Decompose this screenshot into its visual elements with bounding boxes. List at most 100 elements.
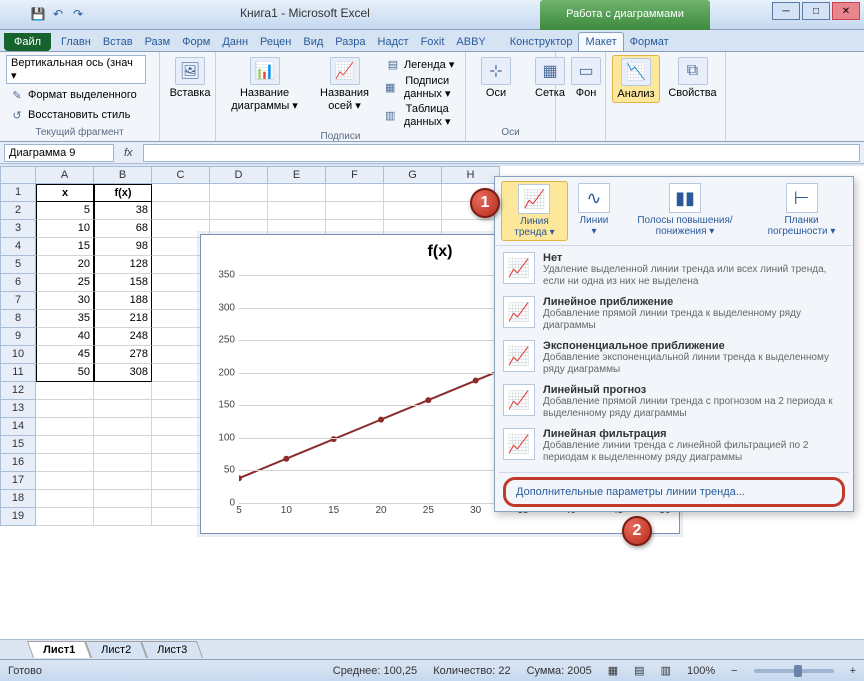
cell[interactable]	[94, 508, 152, 526]
cell[interactable]	[94, 382, 152, 400]
cell[interactable]: 308	[94, 364, 152, 382]
cell[interactable]: 15	[36, 238, 94, 256]
sheet-tab[interactable]: Лист1	[27, 641, 91, 658]
tab-addins[interactable]: Надст	[372, 33, 415, 51]
chart-title-button[interactable]: 📊Название диаграммы ▾	[222, 55, 307, 114]
col-header[interactable]: C	[152, 166, 210, 184]
trendline-option[interactable]: 📈Линейная фильтрацияДобавление линии тре…	[497, 424, 851, 468]
cell[interactable]	[36, 418, 94, 436]
sheet-tab[interactable]: Лист2	[85, 641, 147, 658]
name-box[interactable]	[4, 144, 114, 162]
row-header[interactable]: 13	[0, 400, 36, 418]
cell[interactable]	[36, 490, 94, 508]
tab-layout[interactable]: Разм	[139, 33, 177, 51]
save-icon[interactable]: 💾	[30, 6, 46, 22]
col-header[interactable]: D	[210, 166, 268, 184]
reset-style-button[interactable]: ↺Восстановить стиль	[6, 106, 153, 124]
row-header[interactable]: 4	[0, 238, 36, 256]
cell[interactable]	[94, 418, 152, 436]
row-header[interactable]: 9	[0, 328, 36, 346]
cell[interactable]: 278	[94, 346, 152, 364]
updown-bars-button[interactable]: ▮▮Полосы повышения/понижения ▾	[620, 181, 750, 241]
row-header[interactable]: 14	[0, 418, 36, 436]
properties-button[interactable]: ⧉Свойства	[666, 55, 719, 101]
cell[interactable]	[268, 202, 326, 220]
cell[interactable]: 188	[94, 292, 152, 310]
close-button[interactable]: ✕	[832, 2, 860, 20]
redo-icon[interactable]: ↷	[70, 6, 86, 22]
tab-chart-layout[interactable]: Макет	[578, 32, 623, 51]
format-selection-button[interactable]: ✎Формат выделенного	[6, 86, 153, 104]
data-labels-button[interactable]: ▦Подписи данных ▾	[382, 74, 459, 101]
axis-titles-button[interactable]: 📈Названия осей ▾	[313, 55, 376, 114]
cell[interactable]: x	[36, 184, 94, 202]
col-header[interactable]: A	[36, 166, 94, 184]
undo-icon[interactable]: ↶	[50, 6, 66, 22]
trendline-option[interactable]: 📈Линейное приближениеДобавление прямой л…	[497, 292, 851, 336]
cell[interactable]	[36, 382, 94, 400]
row-header[interactable]: 18	[0, 490, 36, 508]
row-header[interactable]: 1	[0, 184, 36, 202]
cell[interactable]: f(x)	[94, 184, 152, 202]
cell[interactable]	[36, 436, 94, 454]
cell[interactable]	[36, 400, 94, 418]
cell[interactable]	[36, 508, 94, 526]
zoom-in-icon[interactable]: +	[850, 665, 856, 677]
row-header[interactable]: 8	[0, 310, 36, 328]
cell[interactable]: 30	[36, 292, 94, 310]
tab-foxit[interactable]: Foxit	[415, 33, 451, 51]
tab-review[interactable]: Рецен	[254, 33, 297, 51]
cell[interactable]: 20	[36, 256, 94, 274]
row-header[interactable]: 12	[0, 382, 36, 400]
trendline-option[interactable]: 📈Линейный прогнозДобавление прямой линии…	[497, 380, 851, 424]
tab-home[interactable]: Главн	[55, 33, 97, 51]
fx-button[interactable]: fx	[118, 147, 139, 159]
trendline-option[interactable]: 📈Экспоненциальное приближениеДобавление …	[497, 336, 851, 380]
tab-formulas[interactable]: Форм	[176, 33, 216, 51]
tab-data[interactable]: Данн	[216, 33, 254, 51]
cell[interactable]: 38	[94, 202, 152, 220]
minimize-button[interactable]: ─	[772, 2, 800, 20]
legend-button[interactable]: ▤Легенда ▾	[382, 55, 459, 73]
cell[interactable]: 10	[36, 220, 94, 238]
cell[interactable]	[94, 454, 152, 472]
cell[interactable]	[94, 490, 152, 508]
zoom-slider[interactable]	[754, 669, 834, 673]
row-header[interactable]: 11	[0, 364, 36, 382]
selection-dropdown[interactable]: Вертикальная ось (знач ▾	[6, 55, 146, 84]
cell[interactable]: 5	[36, 202, 94, 220]
sheet-tab[interactable]: Лист3	[141, 641, 203, 658]
row-header[interactable]: 2	[0, 202, 36, 220]
insert-button[interactable]: 🖼Вставка	[166, 55, 214, 101]
cell[interactable]	[384, 184, 442, 202]
row-header[interactable]: 5	[0, 256, 36, 274]
row-header[interactable]: 16	[0, 454, 36, 472]
tab-dev[interactable]: Разра	[329, 33, 371, 51]
cell[interactable]: 50	[36, 364, 94, 382]
tab-format[interactable]: Формат	[624, 33, 675, 51]
view-layout-icon[interactable]: ▤	[634, 664, 644, 677]
more-trendline-options[interactable]: Дополнительные параметры линии тренда...	[503, 477, 845, 507]
tab-view[interactable]: Вид	[297, 33, 329, 51]
cell[interactable]	[94, 400, 152, 418]
row-header[interactable]: 17	[0, 472, 36, 490]
cell[interactable]	[326, 184, 384, 202]
tab-design[interactable]: Конструктор	[504, 33, 579, 51]
row-header[interactable]: 7	[0, 292, 36, 310]
row-header[interactable]: 10	[0, 346, 36, 364]
axes-button[interactable]: ⊹Оси	[472, 55, 520, 101]
cell[interactable]	[36, 472, 94, 490]
view-normal-icon[interactable]: ▦	[608, 664, 618, 677]
maximize-button[interactable]: □	[802, 2, 830, 20]
cell[interactable]: 98	[94, 238, 152, 256]
file-tab[interactable]: Файл	[4, 33, 51, 51]
select-all-corner[interactable]	[0, 166, 36, 184]
row-header[interactable]: 3	[0, 220, 36, 238]
cell[interactable]	[210, 202, 268, 220]
cell[interactable]: 45	[36, 346, 94, 364]
data-table-button[interactable]: ▥Таблица данных ▾	[382, 102, 459, 129]
y-axis[interactable]: 050100150200250300350	[209, 275, 237, 503]
cell[interactable]: 218	[94, 310, 152, 328]
col-header[interactable]: E	[268, 166, 326, 184]
trendline-option[interactable]: 📈НетУдаление выделенной линии тренда или…	[497, 248, 851, 292]
